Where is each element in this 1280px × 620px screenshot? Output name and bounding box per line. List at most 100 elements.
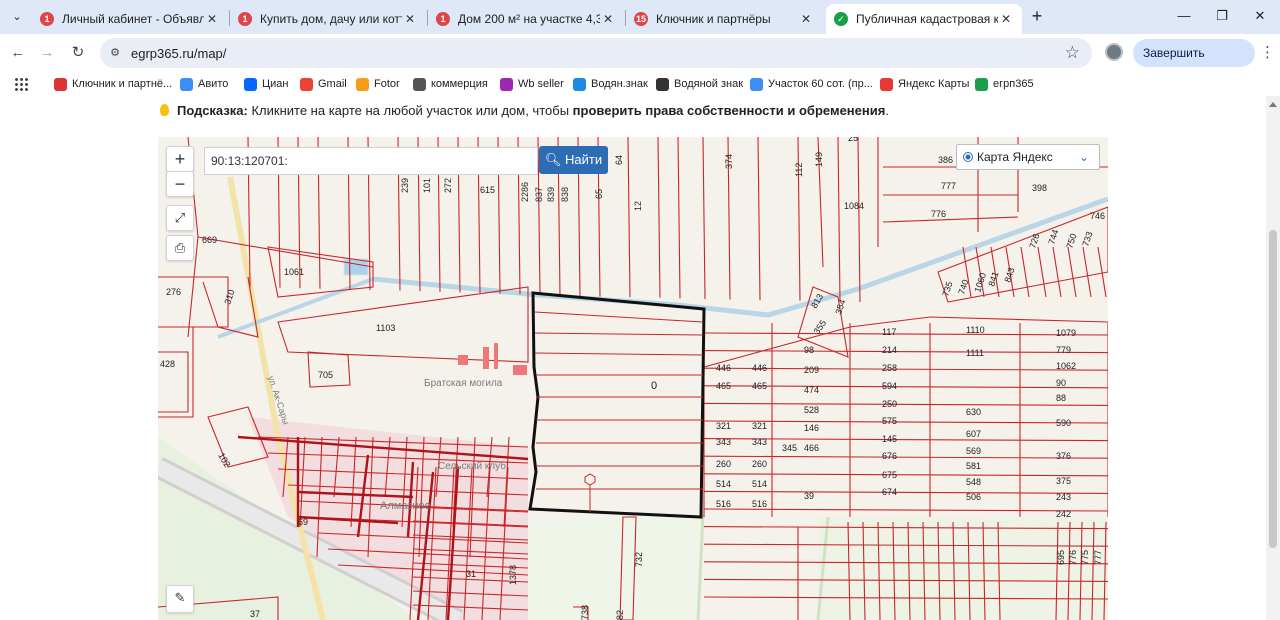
ruler-icon[interactable]: ✎ xyxy=(166,585,194,613)
bookmark-label: коммерция xyxy=(431,78,488,90)
bookmark-11[interactable]: егрп365 xyxy=(975,75,1034,93)
parcel-number: 321 xyxy=(716,421,731,431)
apps-grid-icon[interactable] xyxy=(14,77,28,91)
minimize-icon[interactable]: — xyxy=(1176,8,1192,24)
parcel-number: 145 xyxy=(882,434,897,444)
parcel-number: 276 xyxy=(166,287,181,297)
bookmark-4[interactable]: Fotor xyxy=(356,75,400,93)
parcel-number: 64 xyxy=(614,155,624,165)
hint-prefix: Подсказка: xyxy=(177,103,248,118)
folder-icon xyxy=(413,77,426,91)
scroll-up-arrow-icon[interactable] xyxy=(1269,102,1277,107)
zoom-out-button[interactable]: − xyxy=(166,171,194,197)
parcel-number: 260 xyxy=(716,459,731,469)
gmail-icon xyxy=(300,77,313,91)
close-icon[interactable]: ✕ xyxy=(402,12,418,26)
site-info-icon[interactable]: ⚙ xyxy=(108,46,122,60)
parcel-number: 777 xyxy=(941,181,956,191)
more-vert-icon[interactable]: ⋮ xyxy=(1260,43,1275,61)
forward-arrow-icon[interactable]: → xyxy=(38,44,56,62)
map-layer-select[interactable]: Карта Яндекс ⌄ xyxy=(956,144,1100,170)
parcel-number: 465 xyxy=(752,381,767,391)
parcel-number: 375 xyxy=(1056,476,1071,486)
tab-title: Ключник и партнёры xyxy=(656,12,771,26)
close-icon[interactable]: ✕ xyxy=(998,12,1014,26)
tab-2[interactable]: 1 Дом 200 м² на участке 4,3 сот. ✕ xyxy=(428,4,624,34)
url-text[interactable]: egrp365.ru/map/ xyxy=(131,46,226,61)
parcel-number: 39 xyxy=(804,491,814,501)
print-icon[interactable]: ⎙ xyxy=(166,235,194,261)
parcel-number: 98 xyxy=(804,345,814,355)
bookmark-2[interactable]: Циан xyxy=(244,75,288,93)
parcel-number: 569 xyxy=(966,446,981,456)
bookmark-0[interactable]: Ключник и партнё... xyxy=(54,75,172,93)
hint-text: Подсказка: Кликните на карте на любой уч… xyxy=(160,103,889,118)
parcel-number: 446 xyxy=(716,363,731,373)
fotor-icon xyxy=(356,77,369,91)
tab-1[interactable]: 1 Купить дом, дачу или коттедж ✕ xyxy=(230,4,426,34)
radio-icon xyxy=(963,152,973,162)
fullscreen-icon[interactable]: ⤢ xyxy=(166,205,194,231)
restore-icon[interactable]: ❐ xyxy=(1214,8,1230,24)
parcel-number: 1378 xyxy=(508,565,518,585)
parcel-number: 630 xyxy=(966,407,981,417)
bookmark-label: Яндекс Карты xyxy=(898,78,970,90)
profile-avatar[interactable] xyxy=(1105,43,1123,61)
tab-title: Публичная кадастровая карта xyxy=(856,12,998,26)
parcel-number: 581 xyxy=(966,461,981,471)
check-circle-icon: ✓ xyxy=(834,12,848,26)
parcel-number: 321 xyxy=(752,421,767,431)
parcel-number: 1103 xyxy=(376,323,395,333)
find-button[interactable]: 🔍︎ Найти xyxy=(539,146,608,174)
parcel-number: 258 xyxy=(882,363,897,373)
parcel-number: 506 xyxy=(966,492,981,502)
close-icon[interactable]: ✕ xyxy=(600,12,616,26)
tab-3[interactable]: 15 Ключник и партнёры ✕ xyxy=(626,4,822,34)
page-scrollbar[interactable] xyxy=(1266,96,1280,620)
hint-body: Кликните на карте на любой участок или д… xyxy=(247,103,573,118)
bookmark-8[interactable]: Водяной знак xyxy=(656,75,743,93)
parcel-number: 12 xyxy=(633,201,643,211)
tab-strip: ⌄ 1 Личный кабинет - Объявления ✕ 1 Купи… xyxy=(0,0,1280,34)
bookmark-9[interactable]: Участок 60 сот. (пр... xyxy=(750,75,873,93)
bookmark-label: Gmail xyxy=(318,78,347,90)
parcel-number: 777 xyxy=(1093,550,1103,565)
new-tab-plus-icon[interactable]: + xyxy=(1028,7,1046,25)
lock-icon xyxy=(656,77,669,91)
parcel-number: 376 xyxy=(1056,451,1071,461)
close-icon[interactable]: ✕ xyxy=(204,12,220,26)
zoom-in-button[interactable]: + xyxy=(166,146,194,172)
map-canvas[interactable]: 615 239 101 272 2286 837 839 838 65 64 12 374 112 149… xyxy=(158,137,1108,620)
bookmark-star-icon[interactable]: ☆ xyxy=(1065,43,1080,63)
parcel-number: 209 xyxy=(804,365,819,375)
tab-4-active[interactable]: ✓ Публичная кадастровая карта ✕ xyxy=(826,4,1022,34)
parcel-number: 516 xyxy=(716,499,731,509)
parcel-number: 90 xyxy=(1056,378,1066,388)
back-arrow-icon[interactable]: ← xyxy=(9,44,27,62)
parcel-number: 695 xyxy=(1056,550,1066,565)
bookmark-3[interactable]: Gmail xyxy=(300,75,347,93)
klyuchnik-icon xyxy=(54,77,67,91)
bookmark-5[interactable]: коммерция xyxy=(413,75,488,93)
bookmark-7[interactable]: Водян.знак xyxy=(573,75,648,93)
update-button[interactable]: Завершить обновление xyxy=(1133,39,1255,88)
parcel-number: 839 xyxy=(546,187,556,202)
window-close-icon[interactable]: ✕ xyxy=(1252,8,1268,24)
tab-search-chevron-icon[interactable]: ⌄ xyxy=(8,8,26,26)
close-icon[interactable]: ✕ xyxy=(798,12,814,26)
tab-0[interactable]: 1 Личный кабинет - Объявления ✕ xyxy=(32,4,228,34)
bookmark-6[interactable]: Wb seller xyxy=(500,75,564,93)
parcel-number: 243 xyxy=(1056,492,1071,502)
address-bar[interactable]: ⚙ egrp365.ru/map/ ☆ xyxy=(100,38,1092,68)
tab-title: Дом 200 м² на участке 4,3 сот. xyxy=(458,12,600,26)
parcel-number: 69 xyxy=(298,517,308,527)
parcel-number: 779 xyxy=(1056,345,1071,355)
bookmark-10[interactable]: Яндекс Карты xyxy=(880,75,969,93)
parcel-number: 31 xyxy=(466,569,476,579)
scroll-thumb[interactable] xyxy=(1269,230,1277,548)
parcel-number: 428 xyxy=(160,359,175,369)
cadastral-search-input[interactable] xyxy=(204,147,538,175)
cadastral-map[interactable]: 615 239 101 272 2286 837 839 838 65 64 12 374 112 149… xyxy=(158,137,1108,620)
reload-icon[interactable]: ↻ xyxy=(69,44,87,62)
bookmark-1[interactable]: Авито xyxy=(180,75,228,93)
